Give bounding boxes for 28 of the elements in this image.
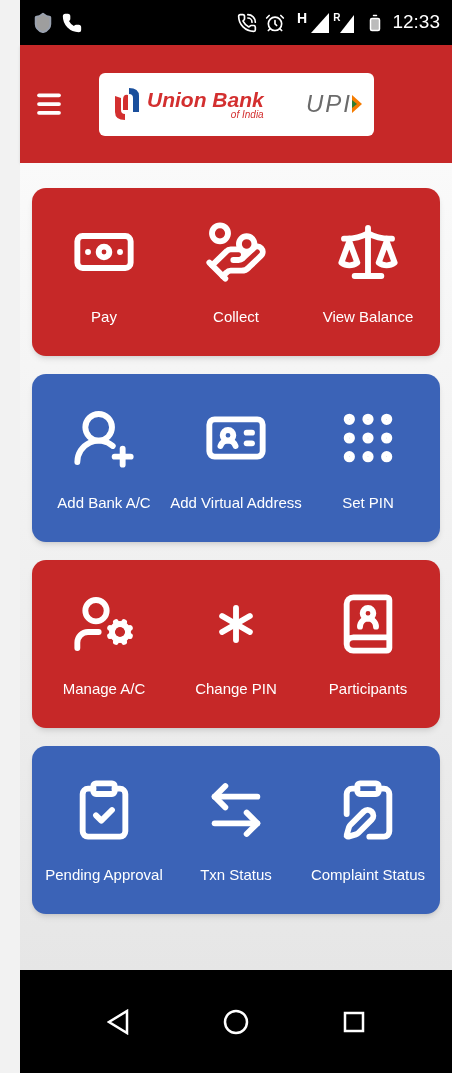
upi-logo-text: UPI (306, 89, 352, 119)
home-icon[interactable] (223, 1008, 249, 1035)
menu-tile[interactable]: Collect (170, 188, 302, 356)
phone-icon (62, 12, 82, 33)
menu-tile[interactable]: View Balance (302, 188, 434, 356)
hand-coin-icon (204, 220, 268, 284)
upi-arrow-icon (352, 95, 362, 113)
bank-name: Union Bank (147, 88, 264, 110)
menu-tile[interactable]: Add Virtual Address (170, 374, 302, 542)
menu-tile[interactable]: Add Bank A/C (38, 374, 170, 542)
menu-tile[interactable]: Complaint Status (302, 746, 434, 914)
network-type: H (297, 9, 308, 28)
phone-call-icon (237, 12, 258, 33)
menu-tile[interactable]: Manage A/C (38, 560, 170, 728)
recents-icon[interactable] (343, 1010, 365, 1033)
menu-tile[interactable]: Pay (38, 188, 170, 356)
alarm-icon (265, 12, 286, 33)
menu-tile[interactable]: Txn Status (170, 746, 302, 914)
back-icon[interactable] (107, 1008, 129, 1035)
signal-icon (311, 12, 330, 33)
menu-tile[interactable]: Set PIN (302, 374, 434, 542)
menu-tile[interactable]: Change PIN (170, 560, 302, 728)
menu-tile[interactable]: Pending Approval (38, 746, 170, 914)
bank-name-suffix: of India (230, 109, 264, 120)
shield-icon (32, 10, 54, 35)
roaming-indicator: R (333, 11, 341, 25)
clock-time: 12:33 (392, 10, 440, 35)
menu-tile[interactable]: Participants (302, 560, 434, 728)
